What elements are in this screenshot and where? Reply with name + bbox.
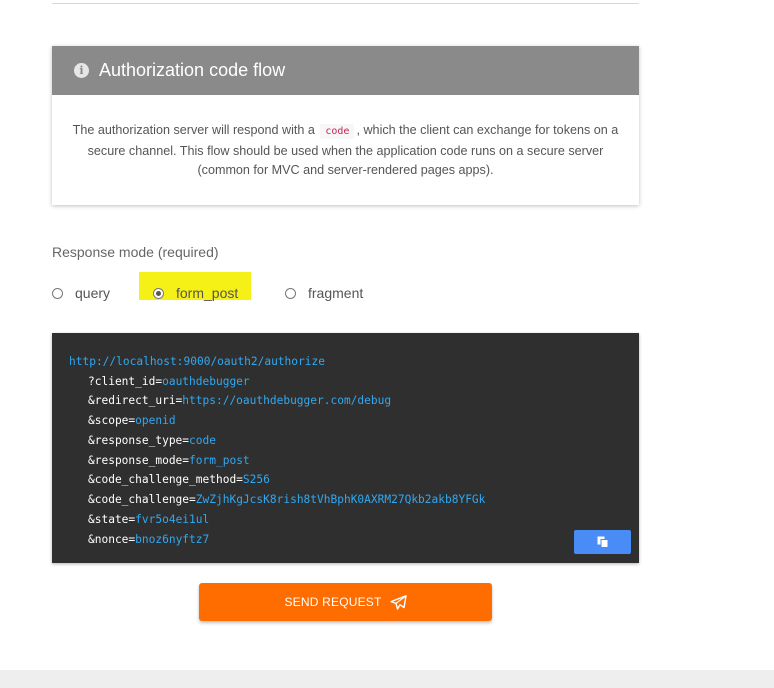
card-header: i Authorization code flow: [52, 46, 639, 95]
param-nonce: &nonce=bnoz6nyftz7: [88, 533, 210, 546]
info-icon: i: [74, 63, 89, 78]
send-request-button[interactable]: SEND REQUEST: [199, 583, 492, 621]
param-code-challenge-method: &code_challenge_method=S256: [88, 473, 270, 486]
radio-query[interactable]: query: [52, 280, 110, 306]
radio-label: form_post: [176, 285, 239, 301]
param-response-mode: &response_mode=form_post: [88, 454, 250, 467]
flow-info-card: i Authorization code flow The authorizat…: [52, 46, 639, 205]
param-client-id: ?client_id=oauthdebugger: [88, 375, 250, 388]
footer-band: [0, 670, 774, 688]
request-url-block: http://localhost:9000/oauth2/authorize ?…: [52, 333, 639, 563]
radio-fragment[interactable]: fragment: [285, 280, 363, 306]
radio-label: query: [75, 285, 111, 301]
description-text-start: The authorization server will respond wi…: [72, 123, 315, 137]
copy-button[interactable]: [574, 530, 631, 554]
authorize-url: http://localhost:9000/oauth2/authorize: [69, 355, 325, 368]
send-request-label: SEND REQUEST: [284, 595, 382, 609]
param-scope: &scope=openid: [88, 414, 176, 427]
radio-button-checked[interactable]: [153, 287, 164, 299]
card-title: Authorization code flow: [99, 60, 286, 80]
radio-button[interactable]: [285, 287, 296, 299]
radio-form-post[interactable]: form_post: [153, 280, 238, 306]
param-response-type: &response_type=code: [88, 434, 216, 447]
radio-button[interactable]: [52, 287, 63, 299]
copy-icon: [597, 536, 608, 548]
code-inline: code: [320, 124, 355, 139]
paper-plane-icon: [389, 594, 407, 610]
radio-label: fragment: [308, 285, 364, 301]
response-mode-label: Response mode (required): [52, 244, 219, 260]
param-state: &state=fvr5o4ei1ul: [88, 513, 210, 526]
card-description: The authorization server will respond wi…: [52, 95, 639, 181]
param-code-challenge: &code_challenge=ZwZjhKgJcsK8rish8tVhBphK…: [88, 493, 486, 506]
top-divider: [52, 0, 639, 4]
param-redirect-uri: &redirect_uri=https://oauthdebugger.com/…: [88, 394, 392, 407]
